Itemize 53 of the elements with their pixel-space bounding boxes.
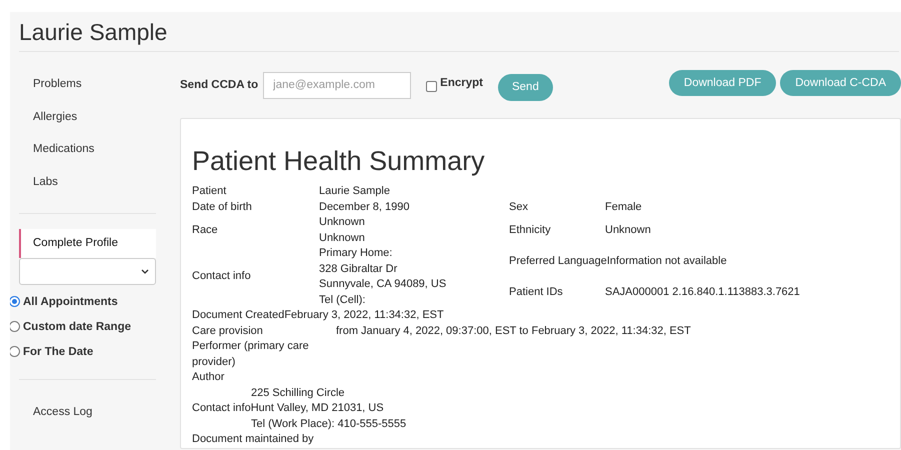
field-label: Date of birth — [192, 200, 253, 214]
radio-icon[interactable] — [10, 296, 20, 307]
field-value: Laurie Sample — [319, 184, 391, 199]
radio-icon[interactable] — [10, 321, 20, 332]
field-label: Race — [192, 222, 219, 238]
field-label: Patient — [192, 184, 228, 199]
sidebar-item[interactable]: Medications — [19, 133, 156, 166]
field-value: December 8, 1990 — [319, 200, 410, 214]
radio-option[interactable]: All Appointments — [10, 289, 156, 314]
field-value: from January 4, 2022, 09:37:00, EST to February 3, 2022, 11:34:32, EST — [336, 324, 691, 338]
field-value: Sunnyvale, CA 94089, US — [319, 277, 448, 292]
field-label: Contact info — [192, 401, 251, 416]
sidebar-item[interactable]: Complete Profile — [19, 229, 156, 258]
field-label: Document maintained by — [192, 432, 315, 447]
document-title: Patient Health Summary — [192, 145, 486, 178]
field-value: Unknown — [319, 215, 366, 230]
field-value: February 3, 2022, 11:34:32, EST — [284, 308, 444, 323]
field-label: Preferred Language — [509, 254, 607, 269]
page-title: Laurie Sample — [19, 18, 168, 47]
radio-option[interactable]: Custom date Range — [10, 314, 156, 339]
field-value: 328 Gibraltar Dr — [319, 262, 398, 276]
sidebar-item[interactable]: Problems — [19, 68, 156, 100]
field-value: Information not available — [606, 254, 727, 269]
radio-label: Custom date Range — [23, 320, 131, 332]
field-value: Unknown — [605, 222, 651, 238]
field-value: Tel (Work Place): 410-555-5555 — [250, 416, 406, 432]
field-value: Hunt Valley, MD 21031, US — [250, 401, 384, 416]
checkbox-label: Encrypt — [440, 76, 483, 88]
field-label: Author — [192, 370, 226, 385]
field-value: Female — [605, 200, 642, 214]
field-label: Sex — [509, 200, 529, 214]
field-value: Primary Home: — [319, 246, 394, 261]
field-value: SAJA000001 2.16.840.1.113883.3.7621 — [605, 284, 800, 300]
field-label: Performer (primary care provider) — [192, 339, 310, 370]
sidebar-item[interactable]: Allergies — [19, 100, 156, 133]
field-value: 225 Schilling Circle — [250, 386, 345, 400]
field-label: Patient IDs — [509, 284, 564, 300]
sidebar-item[interactable]: Labs — [19, 166, 156, 198]
radio-icon[interactable] — [10, 346, 20, 357]
email-field[interactable]: jane@example.com — [263, 72, 412, 98]
radio-label: For The Date — [23, 346, 94, 358]
radio-label: All Appointments — [23, 296, 118, 308]
chevron-icon — [141, 269, 149, 274]
sidebar-item[interactable]: Access Log — [19, 396, 156, 428]
field-label: Contact info — [192, 269, 252, 284]
field-label: Ethnicity — [509, 222, 552, 238]
field-label: Document Created — [192, 308, 284, 323]
field-value: Unknown — [319, 230, 366, 246]
field-label: Care provision — [192, 324, 264, 338]
checkbox[interactable] — [426, 81, 438, 92]
field-value: Tel (Cell): — [319, 292, 366, 308]
form-label: Send CCDA to — [180, 79, 258, 91]
radio-option[interactable]: For The Date — [10, 339, 156, 364]
